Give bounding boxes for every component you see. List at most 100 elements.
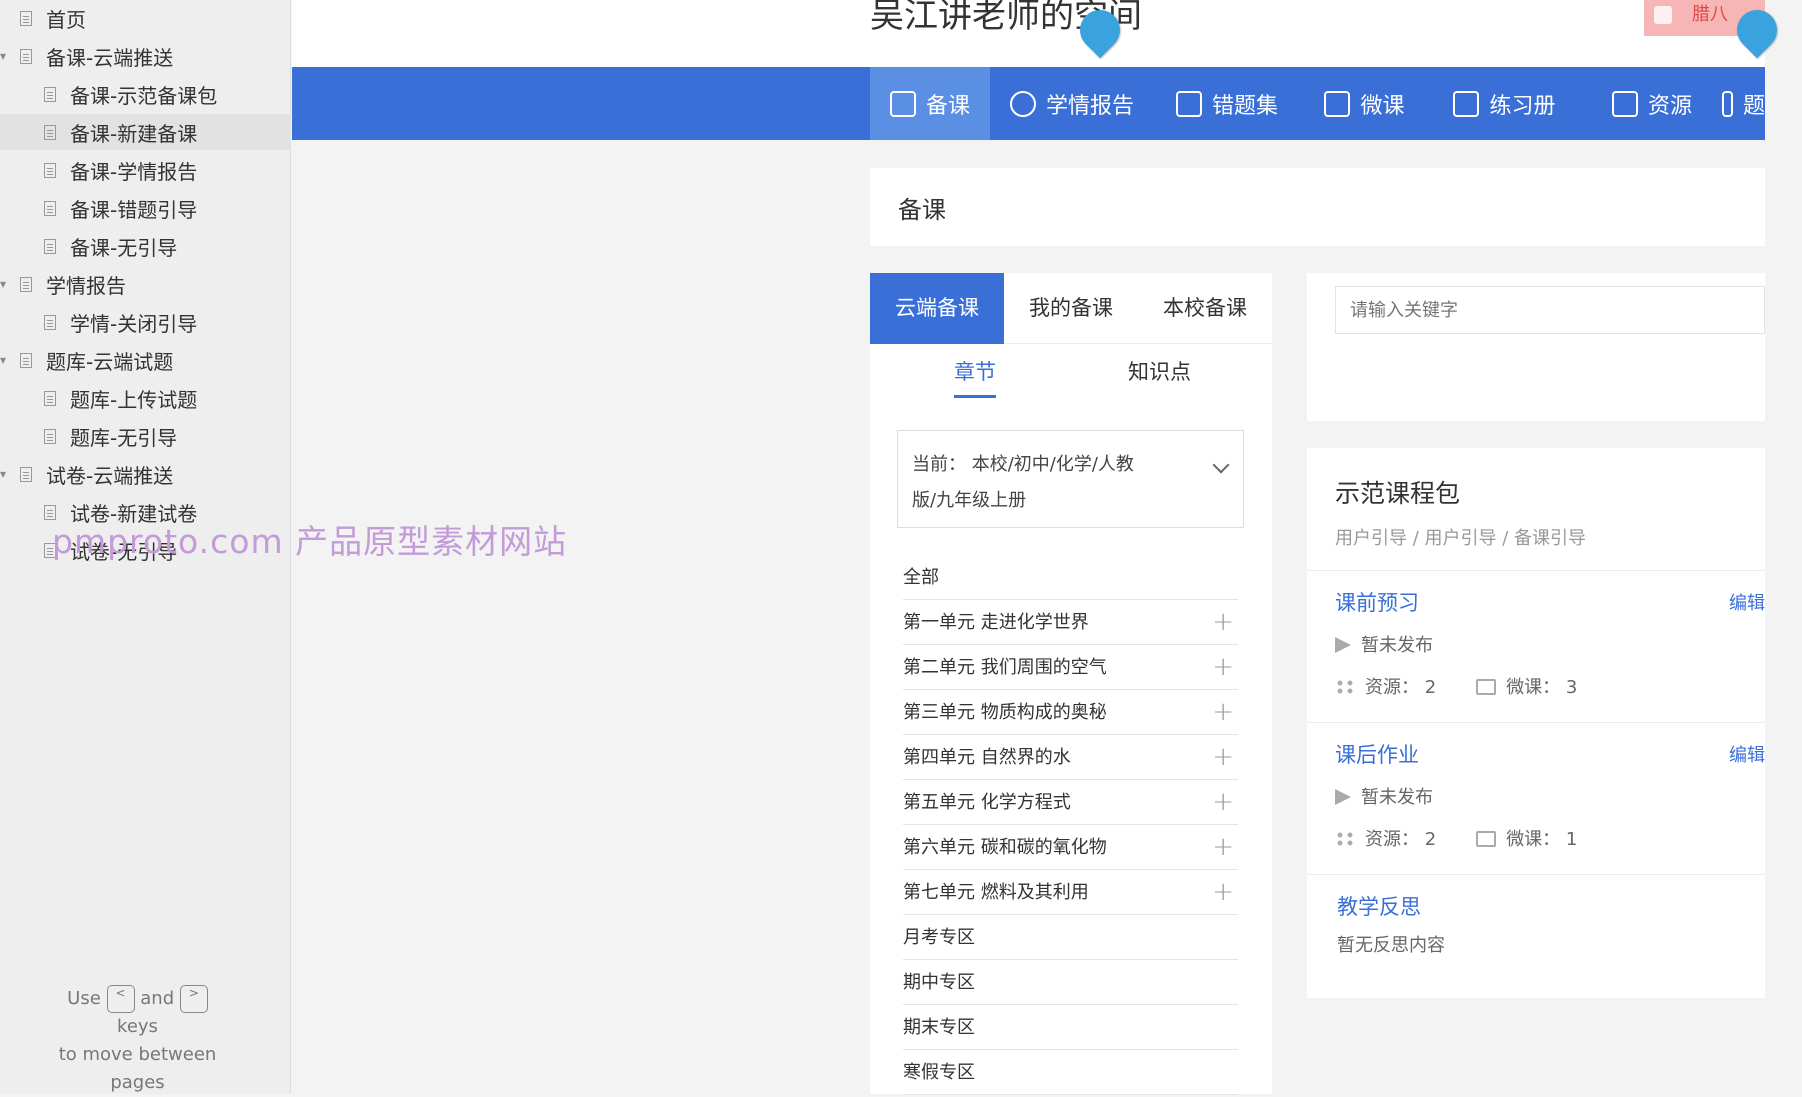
sidebar-item[interactable]: 备课-错题引导 bbox=[0, 190, 291, 226]
reflection-title[interactable]: 教学反思 bbox=[1337, 891, 1421, 921]
section-stats: 资源： 2 微课： 3 bbox=[1335, 673, 1577, 699]
sidebar-item[interactable]: 备课-新建备课 bbox=[0, 114, 291, 150]
sidebar-item[interactable]: ▾ 题库-云端试题 bbox=[0, 342, 291, 378]
expand-arrow-icon[interactable]: ▾ bbox=[0, 353, 10, 367]
micro-count: 微课： 3 bbox=[1506, 677, 1578, 698]
chapter-panel: 云端备课 我的备课 本校备课 章节 知识点 当前： 本校/初中/化学/人教 版/九年… bbox=[870, 273, 1272, 1095]
textbook-selector[interactable]: 当前： 本校/初中/化学/人教 版/九年级上册 bbox=[897, 430, 1244, 528]
chapter-label: 第七单元 燃料及其利用 bbox=[903, 882, 1089, 903]
reflection-text: 暂无反思内容 bbox=[1337, 935, 1445, 956]
plus-icon[interactable]: + bbox=[1212, 690, 1234, 735]
chapter-row[interactable]: 月考专区 bbox=[903, 915, 1238, 960]
page-icon bbox=[20, 466, 32, 482]
section-title[interactable]: 课前预习 bbox=[1335, 587, 1419, 617]
page-header-card: 备课 bbox=[870, 168, 1765, 246]
package-breadcrumb: 用户引导 / 用户引导 / 备课引导 bbox=[1335, 528, 1587, 549]
sidebar-item[interactable]: ▾ 备课-云端推送 bbox=[0, 38, 291, 74]
plus-icon[interactable]: + bbox=[1212, 780, 1234, 825]
chapter-row[interactable]: 第三单元 物质构成的奥秘 + bbox=[903, 690, 1238, 735]
tab-0[interactable]: 云端备课 bbox=[870, 273, 1004, 344]
expand-arrow-icon[interactable]: ▾ bbox=[0, 277, 10, 291]
sidebar-item[interactable]: ▾ 学情报告 bbox=[0, 266, 291, 302]
section-stats: 资源： 2 微课： 1 bbox=[1335, 825, 1577, 851]
section-title[interactable]: 课后作业 bbox=[1335, 739, 1419, 769]
chapter-row[interactable]: 寒假专区 bbox=[903, 1050, 1238, 1095]
edit-link[interactable]: 编辑 bbox=[1729, 589, 1765, 615]
nav-item[interactable]: 备课 bbox=[870, 67, 990, 140]
tab-1[interactable]: 我的备课 bbox=[1004, 273, 1138, 344]
section-reflection: 教学反思 暂无反思内容 bbox=[1307, 874, 1765, 994]
nav-item[interactable]: 题 bbox=[1722, 67, 1765, 140]
demo-package-card: 示范课程包 用户引导 / 用户引导 / 备课引导 课前预习 编辑 暂未发布 资源… bbox=[1307, 448, 1765, 998]
page-icon bbox=[44, 428, 56, 444]
sidebar-item-label: 备课-示范备课包 bbox=[70, 83, 218, 108]
page-icon bbox=[44, 86, 56, 102]
hint-and: and bbox=[140, 988, 175, 1009]
subtab-knowledge[interactable]: 知识点 bbox=[1128, 356, 1191, 386]
notebook-icon bbox=[1453, 90, 1480, 117]
chapter-label: 月考专区 bbox=[903, 927, 975, 948]
search-input[interactable] bbox=[1335, 286, 1765, 334]
chapter-row[interactable]: 第二单元 我们周围的空气 + bbox=[903, 645, 1238, 690]
sidebar-item-label: 备课-云端推送 bbox=[46, 45, 174, 70]
notice-text: 腊八 bbox=[1692, 4, 1728, 25]
nav-item[interactable]: 资源 bbox=[1582, 67, 1722, 140]
tab-2[interactable]: 本校备课 bbox=[1138, 273, 1272, 344]
resource-grid-icon bbox=[1335, 679, 1355, 695]
hint-line3: pages bbox=[110, 1072, 165, 1093]
chapter-label: 第四单元 自然界的水 bbox=[903, 747, 1071, 768]
edit-link[interactable]: 编辑 bbox=[1729, 741, 1765, 767]
sidebar-item[interactable]: 备课-示范备课包 bbox=[0, 76, 291, 112]
chapter-label: 第三单元 物质构成的奥秘 bbox=[903, 702, 1107, 723]
sidebar-item[interactable]: 备课-学情报告 bbox=[0, 152, 291, 188]
plus-icon[interactable]: + bbox=[1212, 645, 1234, 690]
sidebar-item[interactable]: 学情-关闭引导 bbox=[0, 304, 291, 340]
nav-item[interactable]: 微课 bbox=[1302, 67, 1427, 140]
sidebar-item[interactable]: 备课-无引导 bbox=[0, 228, 291, 264]
page-icon bbox=[20, 352, 32, 368]
nav-item[interactable]: 练习册 bbox=[1427, 67, 1582, 140]
chapter-row[interactable]: 第五单元 化学方程式 + bbox=[903, 780, 1238, 825]
chapter-label: 寒假专区 bbox=[903, 1062, 975, 1083]
video-icon bbox=[1476, 831, 1497, 847]
page-icon bbox=[44, 124, 56, 140]
page-title: 备课 bbox=[898, 196, 946, 224]
resources-count: 资源： 2 bbox=[1365, 677, 1437, 698]
chapter-label: 第六单元 碳和碳的氧化物 bbox=[903, 837, 1107, 858]
status-text: 暂未发布 bbox=[1361, 787, 1433, 808]
subtab-chapter[interactable]: 章节 bbox=[954, 356, 996, 398]
sidebar-item[interactable]: 题库-上传试题 bbox=[0, 380, 291, 416]
chapter-row[interactable]: 第一单元 走进化学世界 + bbox=[903, 600, 1238, 645]
sidebar-item[interactable]: 首页 bbox=[0, 0, 291, 36]
sidebar-item[interactable]: 题库-无引导 bbox=[0, 418, 291, 454]
sidebar-item-label: 题库-无引导 bbox=[70, 425, 178, 450]
chapter-row[interactable]: 期末专区 bbox=[903, 1005, 1238, 1050]
chapter-row[interactable]: 第四单元 自然界的水 + bbox=[903, 735, 1238, 780]
chapter-row[interactable]: 第七单元 燃料及其利用 + bbox=[903, 870, 1238, 915]
send-icon bbox=[1335, 637, 1351, 653]
chapter-all[interactable]: 全部 bbox=[903, 555, 1238, 600]
nav-item[interactable]: 错题集 bbox=[1152, 67, 1302, 140]
nav-item-label: 错题集 bbox=[1211, 93, 1278, 119]
plus-icon[interactable]: + bbox=[1212, 600, 1234, 645]
expand-arrow-icon[interactable]: ▾ bbox=[0, 49, 10, 63]
sidebar-item-label: 学情报告 bbox=[46, 273, 126, 298]
nav-item[interactable]: 学情报告 bbox=[992, 67, 1152, 140]
chapter-row[interactable]: 期中专区 bbox=[903, 960, 1238, 1005]
chapter-row[interactable]: 第六单元 碳和碳的氧化物 + bbox=[903, 825, 1238, 870]
sidebar-item-label: 备课-错题引导 bbox=[70, 197, 198, 222]
plus-icon[interactable]: + bbox=[1212, 870, 1234, 915]
sidebar-item[interactable]: ▾ 试卷-云端推送 bbox=[0, 456, 291, 492]
pie-chart-icon bbox=[1009, 90, 1036, 117]
expand-arrow-icon[interactable]: ▾ bbox=[0, 467, 10, 481]
page-icon bbox=[44, 238, 56, 254]
plus-icon[interactable]: + bbox=[1212, 735, 1234, 780]
video-icon bbox=[1476, 679, 1497, 695]
status-text: 暂未发布 bbox=[1361, 635, 1433, 656]
chapter-label: 第一单元 走进化学世界 bbox=[903, 612, 1089, 633]
page-icon bbox=[20, 48, 32, 64]
clipboard-icon bbox=[1722, 90, 1733, 117]
sidebar-item-label: 备课-学情报告 bbox=[70, 159, 198, 184]
lesson-source-tabs: 云端备课 我的备课 本校备课 bbox=[870, 273, 1272, 344]
plus-icon[interactable]: + bbox=[1212, 825, 1234, 870]
